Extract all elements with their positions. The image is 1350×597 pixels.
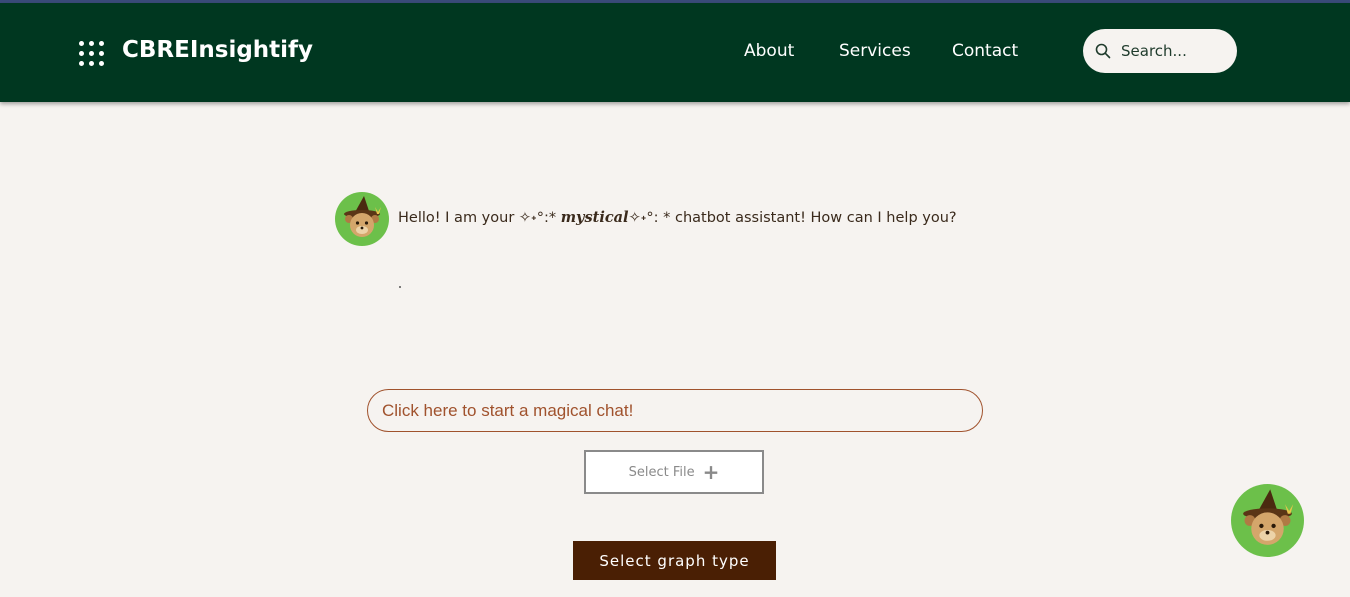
search-input[interactable] [1121,40,1229,62]
search-box[interactable] [1083,29,1237,73]
select-file-label: Select File [628,464,695,480]
bot-greeting-message: Hello! I am your ✧˖°:* mystical✧˖°: * ch… [398,209,957,226]
select-graph-type-button[interactable]: Select graph type [573,541,776,580]
chatbot-launcher-button[interactable] [1231,484,1304,557]
nav-services[interactable]: Services [839,41,911,61]
greeting-text-end: ✧˖°: * chatbot assistant! How can I help… [628,210,957,226]
select-file-button[interactable]: Select File + [584,450,764,494]
grid-dots-icon[interactable] [79,41,105,67]
greeting-text-start: Hello! I am your ✧˖°:* [398,210,561,226]
typing-indicator-dot [399,286,401,288]
search-icon [1095,43,1111,59]
nav-contact[interactable]: Contact [952,41,1018,61]
nav-about[interactable]: About [744,41,794,61]
plus-icon: + [702,460,720,484]
chat-input[interactable] [367,389,983,432]
wizard-bear-icon [1243,489,1294,545]
wizard-bear-icon [335,192,389,246]
site-header: CBREInsightify About Services Contact [0,3,1350,102]
brand-name[interactable]: CBREInsightify [122,37,313,63]
greeting-fancy-word: mystical [560,209,629,226]
